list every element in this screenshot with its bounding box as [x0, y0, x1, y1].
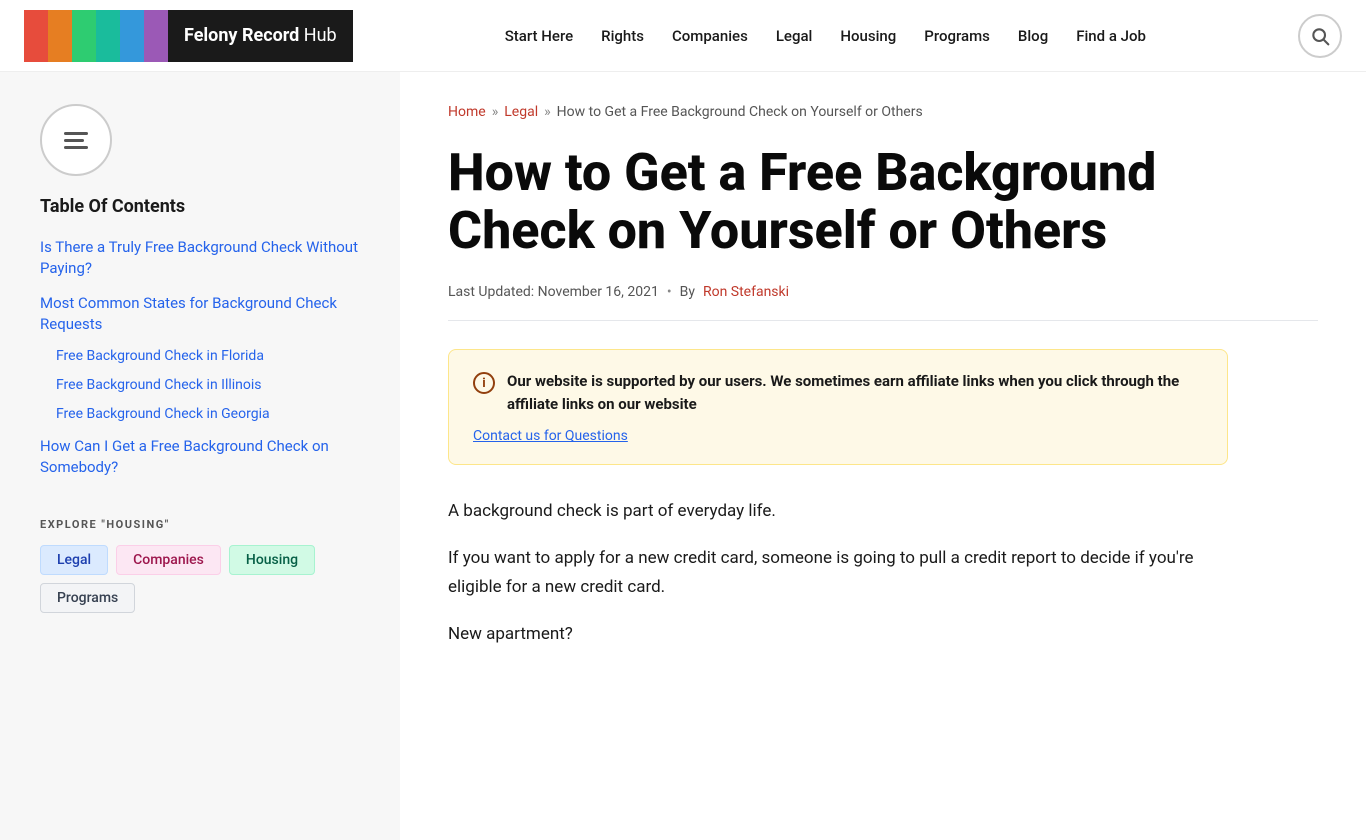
logo-block-purple: [144, 10, 168, 62]
logo-bold: Felony Record: [184, 25, 299, 46]
breadcrumb-sep-2: »: [544, 104, 551, 120]
toc-list: Is There a Truly Free Background Check W…: [40, 237, 368, 478]
logo-area[interactable]: Felony Record Hub: [24, 10, 353, 62]
explore-tags: Legal Companies Housing Programs: [40, 545, 368, 613]
breadcrumb-home[interactable]: Home: [448, 104, 486, 120]
breadcrumb-legal[interactable]: Legal: [504, 104, 538, 120]
affiliate-contact-link[interactable]: Contact us for Questions: [473, 428, 628, 444]
toc-link-illinois[interactable]: Free Background Check in Illinois: [56, 377, 262, 393]
article-para-1: A background check is part of everyday l…: [448, 497, 1228, 526]
logo-text: Felony Record Hub: [184, 25, 337, 46]
info-icon: i: [473, 372, 495, 394]
breadcrumb: Home » Legal » How to Get a Free Backgro…: [448, 104, 1318, 120]
logo-normal: Hub: [299, 25, 336, 46]
meta-date: Last Updated: November 16, 2021: [448, 284, 659, 300]
nav-legal[interactable]: Legal: [776, 27, 813, 45]
logo-block-green: [72, 10, 96, 62]
breadcrumb-sep-1: »: [492, 104, 499, 120]
breadcrumb-current: How to Get a Free Background Check on Yo…: [557, 104, 923, 120]
meta-author-link[interactable]: Ron Stefanski: [703, 284, 789, 300]
toc-subitem-illinois: Free Background Check in Illinois: [56, 374, 368, 393]
article-meta: Last Updated: November 16, 2021 • By Ron…: [448, 284, 1318, 321]
nav-find-a-job[interactable]: Find a Job: [1076, 27, 1146, 45]
meta-dot: •: [667, 284, 672, 300]
nav-start-here[interactable]: Start Here: [505, 27, 573, 45]
affiliate-box: i Our website is supported by our users.…: [448, 349, 1228, 465]
toc-item-1: Is There a Truly Free Background Check W…: [40, 237, 368, 279]
article-para-2: If you want to apply for a new credit ca…: [448, 544, 1228, 602]
toc-item-3: How Can I Get a Free Background Check on…: [40, 436, 368, 478]
toc-subitem-georgia: Free Background Check in Georgia: [56, 403, 368, 422]
sidebar: Table Of Contents Is There a Truly Free …: [0, 72, 400, 840]
nav-companies[interactable]: Companies: [672, 27, 748, 45]
toc-sublist: Free Background Check in Florida Free Ba…: [56, 345, 368, 422]
site-header: Felony Record Hub Start Here Rights Comp…: [0, 0, 1366, 72]
nav-blog[interactable]: Blog: [1018, 27, 1048, 45]
main-content: Home » Legal » How to Get a Free Backgro…: [400, 72, 1366, 840]
article-para-3: New apartment?: [448, 620, 1228, 649]
toc-link-3[interactable]: How Can I Get a Free Background Check on…: [40, 437, 329, 476]
logo-block-orange: [48, 10, 72, 62]
toc-item-2: Most Common States for Background Check …: [40, 293, 368, 422]
nav-housing[interactable]: Housing: [840, 27, 896, 45]
toc-link-florida[interactable]: Free Background Check in Florida: [56, 348, 264, 364]
article-body: A background check is part of everyday l…: [448, 497, 1318, 649]
explore-title: EXPLORE "HOUSING": [40, 518, 368, 531]
logo-block-blue: [120, 10, 144, 62]
search-button[interactable]: [1298, 14, 1342, 58]
page-body: Table Of Contents Is There a Truly Free …: [0, 72, 1366, 840]
tag-companies[interactable]: Companies: [116, 545, 221, 575]
logo-blocks: [24, 10, 168, 62]
toc-lines-icon: [64, 132, 88, 149]
tag-programs[interactable]: Programs: [40, 583, 135, 613]
search-icon: [1310, 26, 1330, 46]
logo-block-red: [24, 10, 48, 62]
toc-link-2[interactable]: Most Common States for Background Check …: [40, 294, 337, 333]
meta-by: By: [680, 284, 695, 300]
affiliate-header: i Our website is supported by our users.…: [473, 370, 1203, 415]
toc-subitem-florida: Free Background Check in Florida: [56, 345, 368, 364]
article-title: How to Get a Free Background Check on Yo…: [448, 144, 1228, 260]
nav-rights[interactable]: Rights: [601, 27, 644, 45]
toc-link-1[interactable]: Is There a Truly Free Background Check W…: [40, 238, 358, 277]
logo-block-teal: [96, 10, 120, 62]
logo-text-wrap: Felony Record Hub: [168, 10, 353, 62]
tag-legal[interactable]: Legal: [40, 545, 108, 575]
toc-link-georgia[interactable]: Free Background Check in Georgia: [56, 406, 270, 422]
toc-icon-circle: [40, 104, 112, 176]
tag-housing[interactable]: Housing: [229, 545, 315, 575]
main-nav: Start Here Rights Companies Legal Housin…: [505, 27, 1146, 45]
toc-title: Table Of Contents: [40, 196, 368, 217]
nav-programs[interactable]: Programs: [924, 27, 990, 45]
affiliate-text: Our website is supported by our users. W…: [507, 370, 1203, 415]
